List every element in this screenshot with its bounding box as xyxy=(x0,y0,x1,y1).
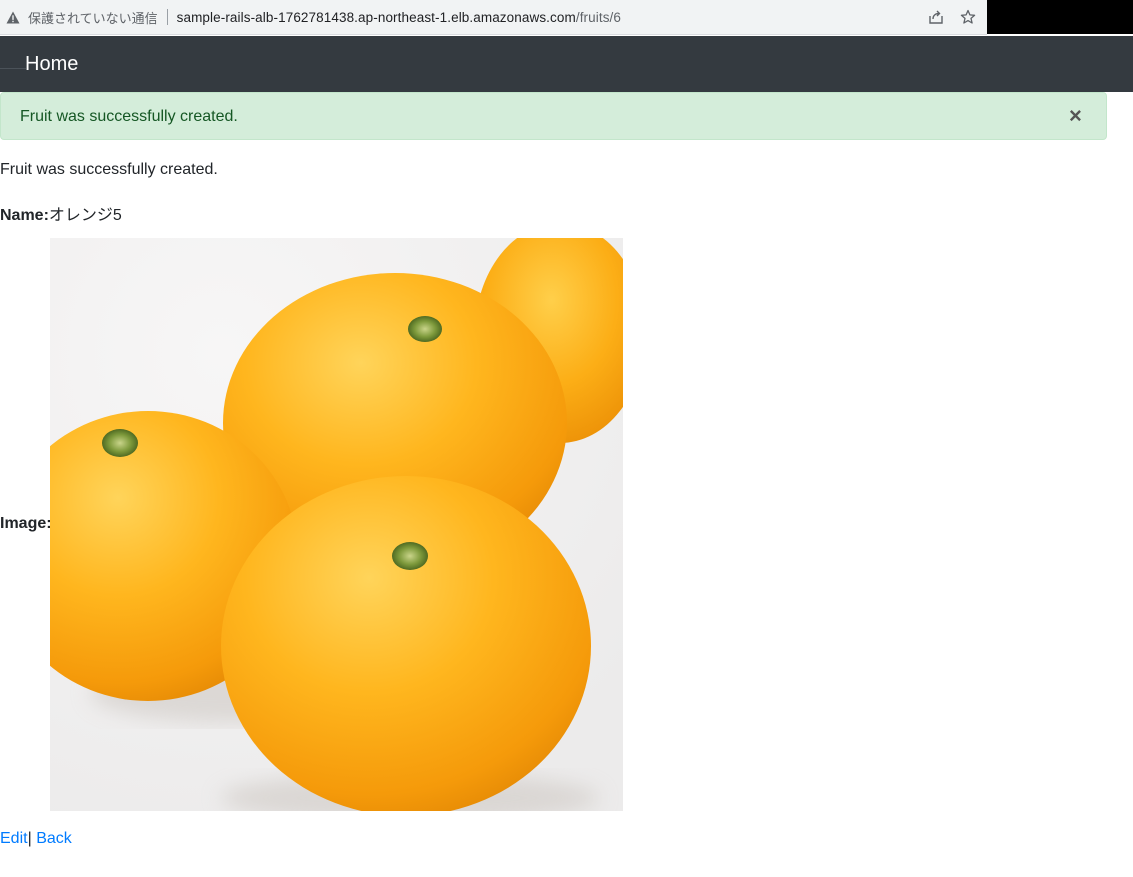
browser-address-bar: 保護されていない通信 sample-rails-alb-1762781438.a… xyxy=(0,0,987,35)
navbar-toggler[interactable] xyxy=(0,68,26,69)
star-icon[interactable] xyxy=(959,8,977,26)
flash-alert: Fruit was successfully created. × xyxy=(0,92,1107,140)
url-path: /fruits/6 xyxy=(575,9,622,25)
url-field[interactable]: sample-rails-alb-1762781438.ap-northeast… xyxy=(177,10,621,25)
navbar-brand-home[interactable]: Home xyxy=(25,53,78,76)
warning-icon[interactable] xyxy=(6,10,20,24)
back-link[interactable]: Back xyxy=(36,830,72,847)
alert-message: Fruit was successfully created. xyxy=(20,108,238,125)
name-label: Name: xyxy=(0,207,49,224)
action-links: Edit| Back xyxy=(0,830,72,848)
address-bar-actions xyxy=(927,0,977,34)
edit-link[interactable]: Edit xyxy=(0,830,28,847)
share-icon[interactable] xyxy=(927,8,945,26)
navbar: Home xyxy=(0,36,1133,92)
notice-text: Fruit was successfully created. xyxy=(0,161,218,178)
fruit-image xyxy=(50,238,623,811)
close-icon[interactable]: × xyxy=(1069,105,1082,127)
redacted-area xyxy=(987,0,1133,34)
name-value: オレンジ5 xyxy=(48,207,122,224)
image-label: Image: xyxy=(0,515,52,532)
address-separator xyxy=(166,9,168,25)
fruit-name-row: Name:オレンジ5 xyxy=(0,201,122,225)
link-separator: | xyxy=(27,830,32,847)
url-host: sample-rails-alb-1762781438.ap-northeast… xyxy=(176,9,576,25)
security-status-text[interactable]: 保護されていない通信 xyxy=(28,8,158,27)
